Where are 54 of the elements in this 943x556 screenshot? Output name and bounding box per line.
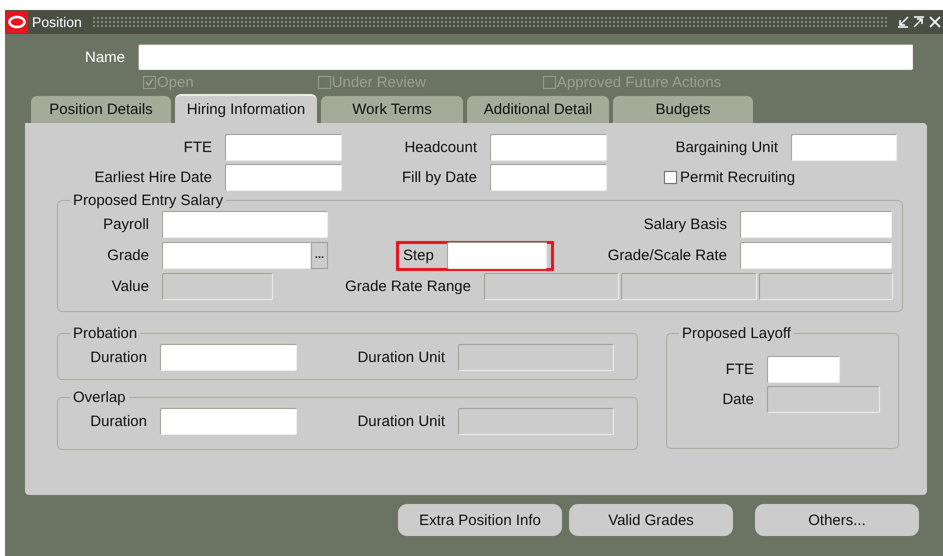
permit-recruiting-checkbox[interactable]: [664, 170, 677, 184]
text-field[interactable]: [160, 408, 297, 434]
text-field[interactable]: [490, 134, 607, 160]
field-label: Duration Unit: [356, 348, 446, 366]
text-field[interactable]: [225, 134, 342, 160]
field-label: Grade Rate Range: [344, 278, 472, 295]
checkmark-icon: [145, 78, 154, 86]
checkbox-label: Permit Recruiting: [679, 168, 796, 186]
group-title: Overlap: [72, 389, 127, 406]
tab[interactable]: Budgets: [613, 96, 753, 123]
field-label: Name: [84, 48, 126, 66]
text-field[interactable]: [162, 242, 311, 269]
group-title: Proposed Layoff: [681, 325, 792, 342]
text-field[interactable]: [740, 242, 892, 269]
field-label: Earliest Hire Date: [93, 168, 213, 186]
tab[interactable]: Hiring Information: [175, 94, 317, 123]
minimize-icon[interactable]: [897, 16, 909, 28]
text-field[interactable]: [740, 211, 892, 238]
action-button[interactable]: Valid Grades: [569, 504, 733, 536]
field-label: Grade/Scale Rate: [606, 247, 728, 264]
tab[interactable]: Work Terms: [321, 96, 463, 123]
text-field[interactable]: [225, 164, 342, 190]
text-field[interactable]: [791, 134, 897, 160]
field-label: Duration: [89, 348, 148, 366]
field-label: Bargaining Unit: [674, 138, 779, 156]
field-label: Payroll: [102, 216, 150, 233]
action-button[interactable]: Others...: [755, 504, 919, 536]
field-label: Headcount: [403, 138, 478, 156]
field-label: Duration Unit: [356, 412, 446, 430]
maximize-icon[interactable]: [913, 16, 925, 28]
close-icon[interactable]: [929, 16, 941, 28]
group-title: Probation: [72, 325, 138, 342]
field-label: FTE: [182, 138, 213, 156]
field-label: Duration: [89, 412, 148, 430]
list-of-values-button[interactable]: ...: [311, 242, 328, 269]
text-field[interactable]: [767, 356, 840, 382]
field-label: Step: [402, 247, 435, 264]
field-label: Fill by Date: [400, 168, 478, 186]
text-field[interactable]: [490, 164, 607, 190]
app-logo-icon: [6, 11, 28, 33]
tab[interactable]: Position Details: [31, 96, 171, 123]
window-title: Position: [32, 14, 82, 30]
field-label: Grade: [106, 247, 150, 264]
text-field[interactable]: [162, 211, 328, 238]
field-label: FTE: [724, 360, 755, 378]
field-label: Date: [721, 390, 755, 408]
group-title: Proposed Entry Salary: [72, 192, 224, 209]
text-field[interactable]: [447, 242, 547, 269]
name-field[interactable]: [138, 44, 913, 70]
tab[interactable]: Additional Detail: [467, 96, 609, 123]
field-label: Value: [110, 278, 150, 295]
action-button[interactable]: Extra Position Info: [398, 504, 562, 536]
field-label: Salary Basis: [642, 216, 728, 233]
text-field[interactable]: [160, 344, 297, 370]
